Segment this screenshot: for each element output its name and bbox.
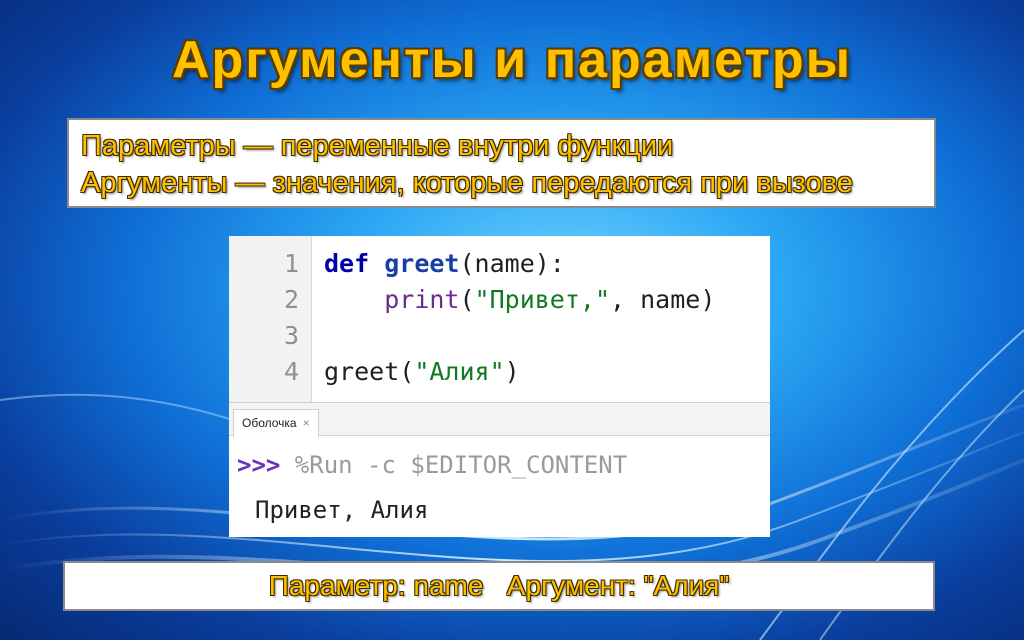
tab-shell-label: Оболочка bbox=[242, 416, 297, 430]
slide-title: Аргументы и параметры bbox=[171, 31, 853, 89]
string-literal: "Алия" bbox=[414, 357, 505, 386]
shell-command-line: >>> %Run -c $EDITOR_CONTENT bbox=[237, 447, 627, 483]
line-number: 4 bbox=[283, 357, 299, 386]
string-literal: "Привет," bbox=[474, 285, 611, 314]
shell-prompt: >>> bbox=[237, 451, 281, 479]
code-paren: ) bbox=[504, 357, 520, 386]
close-icon[interactable]: × bbox=[303, 416, 310, 430]
line-number: 2 bbox=[283, 285, 299, 314]
code-paren: ( bbox=[459, 285, 475, 314]
code-text[interactable]: def greet(name): bbox=[324, 246, 565, 282]
shell-command: %Run -c $EDITOR_CONTENT bbox=[280, 451, 628, 479]
function-call: greet( bbox=[324, 357, 415, 386]
summary-text: Параметр: name Аргумент: "Алия" bbox=[268, 570, 730, 601]
definitions-box: Параметры — переменные внутри функции Ар… bbox=[67, 118, 936, 208]
shell-panel[interactable]: Оболочка × >>> %Run -c $EDITOR_CONTENT Пр… bbox=[229, 402, 770, 537]
definition-arguments: Аргументы — значения, которые передаются… bbox=[81, 167, 853, 199]
code-text[interactable]: greet("Алия") bbox=[324, 354, 520, 390]
code-line: 4 greet("Алия") bbox=[229, 354, 770, 390]
code-editor[interactable]: 1 def greet(name): 2 print("Привет,", na… bbox=[229, 236, 770, 402]
code-line: 3 bbox=[229, 318, 770, 354]
tab-shell[interactable]: Оболочка × bbox=[233, 409, 319, 437]
code-args: , name) bbox=[610, 285, 716, 314]
line-number: 3 bbox=[283, 321, 299, 350]
definition-parameters: Параметры — переменные внутри функции bbox=[81, 130, 674, 162]
code-line: 2 print("Привет,", name) bbox=[229, 282, 770, 318]
summary-box: Параметр: name Аргумент: "Алия" bbox=[63, 561, 935, 611]
code-line: 1 def greet(name): bbox=[229, 246, 770, 282]
shell-output: Привет, Алия bbox=[255, 496, 429, 524]
line-number: 1 bbox=[283, 249, 299, 278]
function-name: greet bbox=[384, 249, 460, 278]
code-text[interactable]: print("Привет,", name) bbox=[324, 282, 715, 318]
keyword-def: def bbox=[324, 249, 370, 278]
shell-tab-bar: Оболочка × bbox=[229, 402, 770, 437]
code-params: (name): bbox=[459, 249, 565, 278]
builtin-print: print bbox=[384, 285, 460, 314]
